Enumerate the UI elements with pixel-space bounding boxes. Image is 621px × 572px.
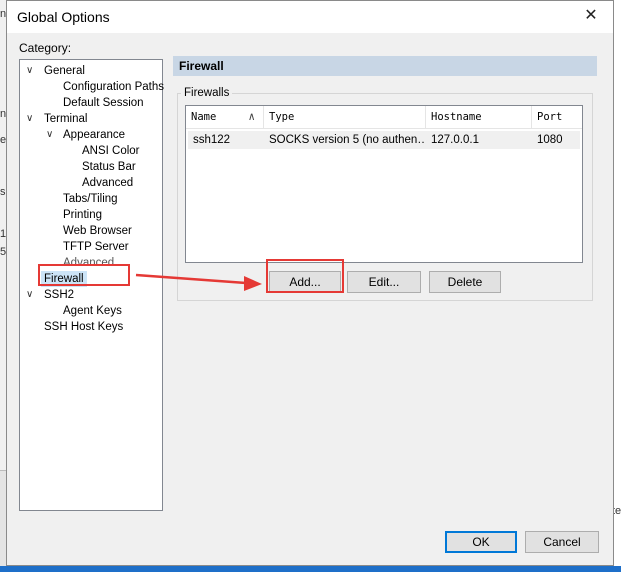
annotation-arrow-icon	[135, 273, 262, 291]
